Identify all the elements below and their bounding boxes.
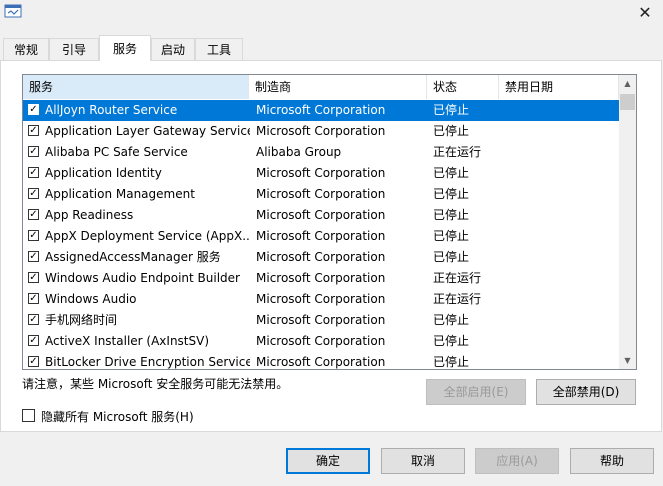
service-name: ActiveX Installer (AxInstSV) xyxy=(45,334,210,348)
enable-all-button[interactable]: 全部启用(E) xyxy=(426,379,526,405)
service-name: Application Identity xyxy=(45,166,162,180)
service-name: App Readiness xyxy=(45,208,134,222)
service-manufacturer: Microsoft Corporation xyxy=(256,313,386,327)
cancel-button[interactable]: 取消 xyxy=(381,448,465,474)
service-manufacturer: Alibaba Group xyxy=(256,145,342,159)
vertical-scrollbar[interactable]: ▲ ▼ xyxy=(619,75,636,369)
service-manufacturer: Microsoft Corporation xyxy=(256,103,386,117)
service-checkbox[interactable]: ✓ xyxy=(28,167,39,178)
hide-microsoft-services-label: 隐藏所有 Microsoft 服务(H) xyxy=(41,410,194,424)
service-status: 已停止 xyxy=(433,355,470,369)
disable-all-button[interactable]: 全部禁用(D) xyxy=(536,379,636,405)
close-icon[interactable]: ✕ xyxy=(632,2,658,24)
service-manufacturer: Microsoft Corporation xyxy=(256,271,386,285)
service-checkbox[interactable]: ✓ xyxy=(28,335,39,346)
service-row[interactable]: ✓ Windows Audio Microsoft Corporation 正在运行 xyxy=(23,289,619,310)
service-row[interactable]: ✓ Application Management Microsoft Corpora… xyxy=(23,184,619,205)
scroll-thumb[interactable] xyxy=(620,94,635,110)
service-checkbox[interactable]: ✓ xyxy=(28,251,39,262)
service-name: AppX Deployment Service (AppX... xyxy=(45,229,250,243)
service-status: 已停止 xyxy=(433,229,470,243)
service-checkbox[interactable]: ✓ xyxy=(28,188,39,199)
service-name: Alibaba PC Safe Service xyxy=(45,145,188,159)
column-header-manufacturer[interactable]: 制造商 xyxy=(249,75,427,99)
service-status: 正在运行 xyxy=(433,271,482,285)
ok-button[interactable]: 确定 xyxy=(286,448,370,474)
tab-general[interactable]: 常规 xyxy=(3,38,49,60)
service-manufacturer: Microsoft Corporation xyxy=(256,334,386,348)
service-checkbox[interactable]: ✓ xyxy=(28,230,39,241)
service-name: AssignedAccessManager 服务 xyxy=(45,250,221,264)
scroll-up-icon[interactable]: ▲ xyxy=(619,75,636,92)
service-row[interactable]: ✓ Windows Audio Endpoint Builder Microsoft… xyxy=(23,268,619,289)
tab-boot[interactable]: 引导 xyxy=(49,38,99,60)
service-status: 已停止 xyxy=(433,187,470,201)
column-header-disabled-date[interactable]: 禁用日期 xyxy=(499,75,619,99)
service-checkbox[interactable]: ✓ xyxy=(28,356,39,367)
service-status: 正在运行 xyxy=(433,145,482,159)
service-name: AllJoyn Router Service xyxy=(45,103,178,117)
service-name: Application Management xyxy=(45,187,195,201)
column-header-status[interactable]: 状态 xyxy=(427,75,499,99)
service-row[interactable]: ✓ Application Identity Microsoft Corporati… xyxy=(23,163,619,184)
help-button[interactable]: 帮助 xyxy=(570,448,654,474)
service-name: Application Layer Gateway Service xyxy=(45,124,250,138)
service-name: 手机网络时间 xyxy=(45,313,118,327)
service-row[interactable]: ✓ AllJoyn Router Service Microsoft Corpora… xyxy=(23,100,619,121)
hide-microsoft-services-checkbox[interactable] xyxy=(22,409,35,422)
service-status: 已停止 xyxy=(433,103,470,117)
security-note: 请注意，某些 Microsoft 安全服务可能无法禁用。 xyxy=(22,377,289,391)
services-list[interactable]: 服务 制造商 状态 禁用日期 ✓ AllJoyn Router Service Mi… xyxy=(22,74,637,370)
service-row[interactable]: ✓ 手机网络时间 Microsoft Corporation 已停止 xyxy=(23,310,619,331)
tab-strip: 常规 引导 服务 启动 工具 xyxy=(0,35,663,61)
service-manufacturer: Microsoft Corporation xyxy=(256,355,386,369)
service-name: BitLocker Drive Encryption Service xyxy=(45,355,250,369)
service-manufacturer: Microsoft Corporation xyxy=(256,208,386,222)
column-header-service[interactable]: 服务 xyxy=(23,75,249,99)
service-status: 已停止 xyxy=(433,334,470,348)
service-row[interactable]: ✓ App Readiness Microsoft Corporation 已停止 xyxy=(23,205,619,226)
msconfig-window-icon xyxy=(4,4,22,18)
service-checkbox[interactable]: ✓ xyxy=(28,125,39,136)
service-row[interactable]: ✓ AppX Deployment Service (AppX... Microso… xyxy=(23,226,619,247)
service-status: 正在运行 xyxy=(433,292,482,306)
list-header: 服务 制造商 状态 禁用日期 xyxy=(23,75,619,99)
service-row[interactable]: ✓ ActiveX Installer (AxInstSV) Microsoft C… xyxy=(23,331,619,352)
service-checkbox[interactable]: ✓ xyxy=(28,272,39,283)
service-manufacturer: Microsoft Corporation xyxy=(256,187,386,201)
apply-button[interactable]: 应用(A) xyxy=(475,448,559,474)
service-row[interactable]: ✓ Alibaba PC Safe Service Alibaba Group 正在运… xyxy=(23,142,619,163)
service-row[interactable]: ✓ Application Layer Gateway Service Micros… xyxy=(23,121,619,142)
service-status: 已停止 xyxy=(433,208,470,222)
tab-tools[interactable]: 工具 xyxy=(195,38,243,60)
service-manufacturer: Microsoft Corporation xyxy=(256,124,386,138)
service-row[interactable]: ✓ BitLocker Drive Encryption Service Micro… xyxy=(23,352,619,369)
service-status: 已停止 xyxy=(433,313,470,327)
service-name: Windows Audio Endpoint Builder xyxy=(45,271,240,285)
tab-services[interactable]: 服务 xyxy=(99,35,151,61)
service-status: 已停止 xyxy=(433,250,470,264)
service-manufacturer: Microsoft Corporation xyxy=(256,229,386,243)
service-manufacturer: Microsoft Corporation xyxy=(256,250,386,264)
service-checkbox[interactable]: ✓ xyxy=(28,314,39,325)
service-manufacturer: Microsoft Corporation xyxy=(256,166,386,180)
service-status: 已停止 xyxy=(433,166,470,180)
scroll-down-icon[interactable]: ▼ xyxy=(619,352,636,369)
service-checkbox[interactable]: ✓ xyxy=(28,293,39,304)
service-manufacturer: Microsoft Corporation xyxy=(256,292,386,306)
service-checkbox[interactable]: ✓ xyxy=(28,209,39,220)
service-name: Windows Audio xyxy=(45,292,137,306)
service-status: 已停止 xyxy=(433,124,470,138)
service-checkbox[interactable]: ✓ xyxy=(28,104,39,115)
service-row[interactable]: ✓ AssignedAccessManager 服务 Microsoft Corpo… xyxy=(23,247,619,268)
tab-startup[interactable]: 启动 xyxy=(151,38,195,60)
service-checkbox[interactable]: ✓ xyxy=(28,146,39,157)
